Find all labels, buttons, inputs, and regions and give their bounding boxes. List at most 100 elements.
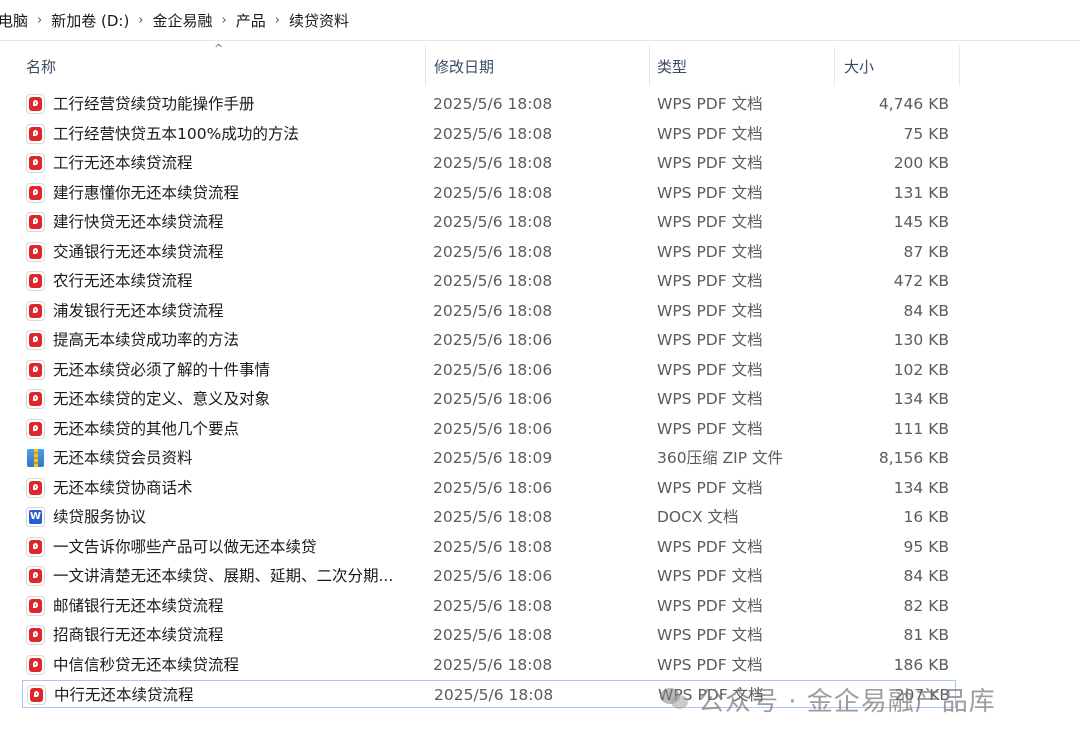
chevron-right-icon[interactable]: ›	[216, 13, 233, 28]
file-row[interactable]: 中信信秒贷无还本续贷流程 2025/5/6 18:08 WPS PDF 文档 186 …	[22, 651, 956, 679]
file-type: WPS PDF 文档	[657, 124, 763, 143]
file-row[interactable]: 无还本续贷会员资料 2025/5/6 18:09 360压缩 ZIP 文件 8,156…	[22, 444, 956, 472]
file-row[interactable]: 无还本续贷必须了解的十件事情 2025/5/6 18:06 WPS PDF 文档 10…	[22, 356, 956, 384]
column-date-label: 修改日期	[434, 57, 495, 76]
chevron-right-icon[interactable]: ›	[269, 13, 286, 28]
file-size: 8,156 KB	[878, 449, 949, 467]
pdf-icon	[26, 330, 45, 350]
file-size: 130 KB	[893, 331, 949, 349]
chevron-right-icon[interactable]: ›	[132, 13, 149, 28]
file-date: 2025/5/6 18:08	[433, 95, 553, 113]
file-name: 建行快贷无还本续贷流程	[53, 213, 224, 231]
pdf-icon	[26, 625, 45, 645]
file-row[interactable]: 招商银行无还本续贷流程 2025/5/6 18:08 WPS PDF 文档 81 KB	[22, 621, 956, 649]
file-name-cell: 邮储银行无还本续贷流程	[26, 592, 426, 620]
file-size: 87 KB	[903, 242, 949, 261]
file-size: 16 KB	[903, 508, 949, 526]
file-type: WPS PDF 文档	[657, 154, 763, 172]
file-date: 2025/5/6 18:06	[433, 331, 553, 349]
file-date: 2025/5/6 18:08	[433, 508, 553, 526]
file-type: WPS PDF 文档	[657, 272, 763, 290]
file-type: WPS PDF 文档	[657, 95, 763, 113]
file-name: 工行经营快贷五本100%成功的方法	[53, 124, 299, 143]
pdf-icon	[26, 94, 45, 114]
pdf-icon	[26, 566, 45, 586]
file-name: 续贷服务协议	[53, 508, 147, 526]
file-date: 2025/5/6 18:08	[433, 213, 553, 231]
file-row[interactable]: 无还本续贷的定义、意义及对象 2025/5/6 18:06 WPS PDF 文档 13…	[22, 385, 956, 413]
breadcrumb: 电脑 › 新加卷 (D:) › 金企易融 › 产品 › 续贷资料	[0, 0, 1080, 41]
file-row[interactable]: 无还本续贷协商话术 2025/5/6 18:06 WPS PDF 文档 134 KB	[22, 474, 956, 502]
breadcrumb-item[interactable]: 金企易融	[150, 10, 216, 31]
pdf-icon	[26, 595, 45, 616]
file-name: 浦发银行无还本续贷流程	[53, 301, 224, 320]
column-divider[interactable]	[425, 46, 426, 86]
pdf-icon	[26, 418, 45, 439]
column-divider[interactable]	[959, 46, 960, 86]
file-row[interactable]: 工行无还本续贷流程 2025/5/6 18:08 WPS PDF 文档 200 KB	[22, 149, 956, 177]
file-row[interactable]: 交通银行无还本续贷流程 2025/5/6 18:08 WPS PDF 文档 87 KB	[22, 238, 956, 266]
file-name-cell: 建行快贷无还本续贷流程	[26, 208, 426, 236]
file-name-cell: 中行无还本续贷流程	[27, 681, 427, 709]
file-name-cell: 工行经营贷续贷功能操作手册	[26, 90, 426, 118]
file-size: 95 KB	[903, 537, 949, 556]
file-name-cell: 一文告诉你哪些产品可以做无还本续贷	[26, 533, 426, 561]
file-row[interactable]: 续贷服务协议 2025/5/6 18:08 DOCX 文档 16 KB	[22, 503, 956, 531]
docx-icon	[26, 507, 45, 527]
column-date-header[interactable]: 修改日期	[428, 46, 648, 86]
file-name-cell: 中信信秒贷无还本续贷流程	[26, 651, 426, 679]
file-name: 工行经营贷续贷功能操作手册	[53, 95, 255, 113]
file-size: 134 KB	[893, 478, 949, 497]
watermark: 公众号 · 金企易融产品库	[660, 681, 996, 717]
wechat-icon	[660, 686, 690, 712]
file-name-cell: 无还本续贷的定义、意义及对象	[26, 385, 426, 413]
column-divider[interactable]	[649, 46, 650, 86]
file-name-cell: 一文讲清楚无还本续贷、展期、延期、二次分期...	[26, 562, 426, 590]
file-row[interactable]: 农行无还本续贷流程 2025/5/6 18:08 WPS PDF 文档 472 KB	[22, 267, 956, 295]
watermark-text: 公众号 · 金企易融产品库	[698, 686, 996, 717]
file-row[interactable]: 无还本续贷的其他几个要点 2025/5/6 18:06 WPS PDF 文档 111 …	[22, 415, 956, 443]
breadcrumb-item[interactable]: 新加卷 (D:)	[48, 10, 132, 31]
column-header: ^ 名称 修改日期 类型 大小	[0, 40, 1080, 88]
file-date: 2025/5/6 18:08	[433, 655, 553, 674]
file-name: 一文讲清楚无还本续贷、展期、延期、二次分期...	[53, 567, 394, 585]
file-name: 邮储银行无还本续贷流程	[53, 596, 224, 615]
file-name: 提高无本续贷成功率的方法	[53, 331, 240, 349]
file-type: WPS PDF 文档	[657, 242, 763, 261]
file-row[interactable]: 工行经营快贷五本100%成功的方法 2025/5/6 18:08 WPS PDF 文…	[22, 120, 956, 148]
breadcrumb-item[interactable]: 电脑	[0, 10, 31, 31]
file-row[interactable]: 工行经营贷续贷功能操作手册 2025/5/6 18:08 WPS PDF 文档 4,7…	[22, 90, 956, 118]
file-name-cell: 建行惠懂你无还本续贷流程	[26, 179, 426, 207]
file-type: WPS PDF 文档	[657, 596, 763, 615]
file-name: 无还本续贷的其他几个要点	[53, 419, 240, 438]
file-size: 186 KB	[893, 655, 949, 674]
pdf-icon	[26, 153, 45, 173]
file-row[interactable]: 邮储银行无还本续贷流程 2025/5/6 18:08 WPS PDF 文档 82 KB	[22, 592, 956, 620]
file-name-cell: 提高无本续贷成功率的方法	[26, 326, 426, 354]
column-name-header[interactable]: 名称	[20, 46, 424, 86]
file-row[interactable]: 浦发银行无还本续贷流程 2025/5/6 18:08 WPS PDF 文档 84 KB	[22, 297, 956, 325]
column-divider[interactable]	[834, 46, 835, 86]
file-row[interactable]: 提高无本续贷成功率的方法 2025/5/6 18:06 WPS PDF 文档 130 …	[22, 326, 956, 354]
file-type: WPS PDF 文档	[657, 567, 763, 585]
file-size: 134 KB	[893, 390, 949, 408]
file-type: DOCX 文档	[657, 508, 739, 526]
breadcrumb-item[interactable]: 续贷资料	[286, 10, 352, 31]
file-type: WPS PDF 文档	[657, 301, 763, 320]
column-type-header[interactable]: 类型	[651, 46, 833, 86]
file-row[interactable]: 建行惠懂你无还本续贷流程 2025/5/6 18:08 WPS PDF 文档 131 …	[22, 179, 956, 207]
pdf-icon	[26, 300, 45, 321]
chevron-right-icon[interactable]: ›	[31, 13, 48, 28]
file-size: 84 KB	[903, 301, 949, 320]
column-size-header[interactable]: 大小	[838, 46, 958, 86]
file-type: WPS PDF 文档	[657, 183, 763, 202]
file-row[interactable]: 建行快贷无还本续贷流程 2025/5/6 18:08 WPS PDF 文档 145 K…	[22, 208, 956, 236]
file-name: 无还本续贷协商话术	[53, 478, 193, 497]
breadcrumb-item[interactable]: 产品	[233, 10, 269, 31]
file-name-cell: 续贷服务协议	[26, 503, 426, 531]
file-row[interactable]: 一文讲清楚无还本续贷、展期、延期、二次分期... 2025/5/6 18:06 WP…	[22, 562, 956, 590]
file-date: 2025/5/6 18:08	[433, 626, 553, 644]
file-date: 2025/5/6 18:08	[433, 154, 553, 172]
file-row[interactable]: 一文告诉你哪些产品可以做无还本续贷 2025/5/6 18:08 WPS PDF 文…	[22, 533, 956, 561]
pdf-icon	[26, 271, 45, 291]
